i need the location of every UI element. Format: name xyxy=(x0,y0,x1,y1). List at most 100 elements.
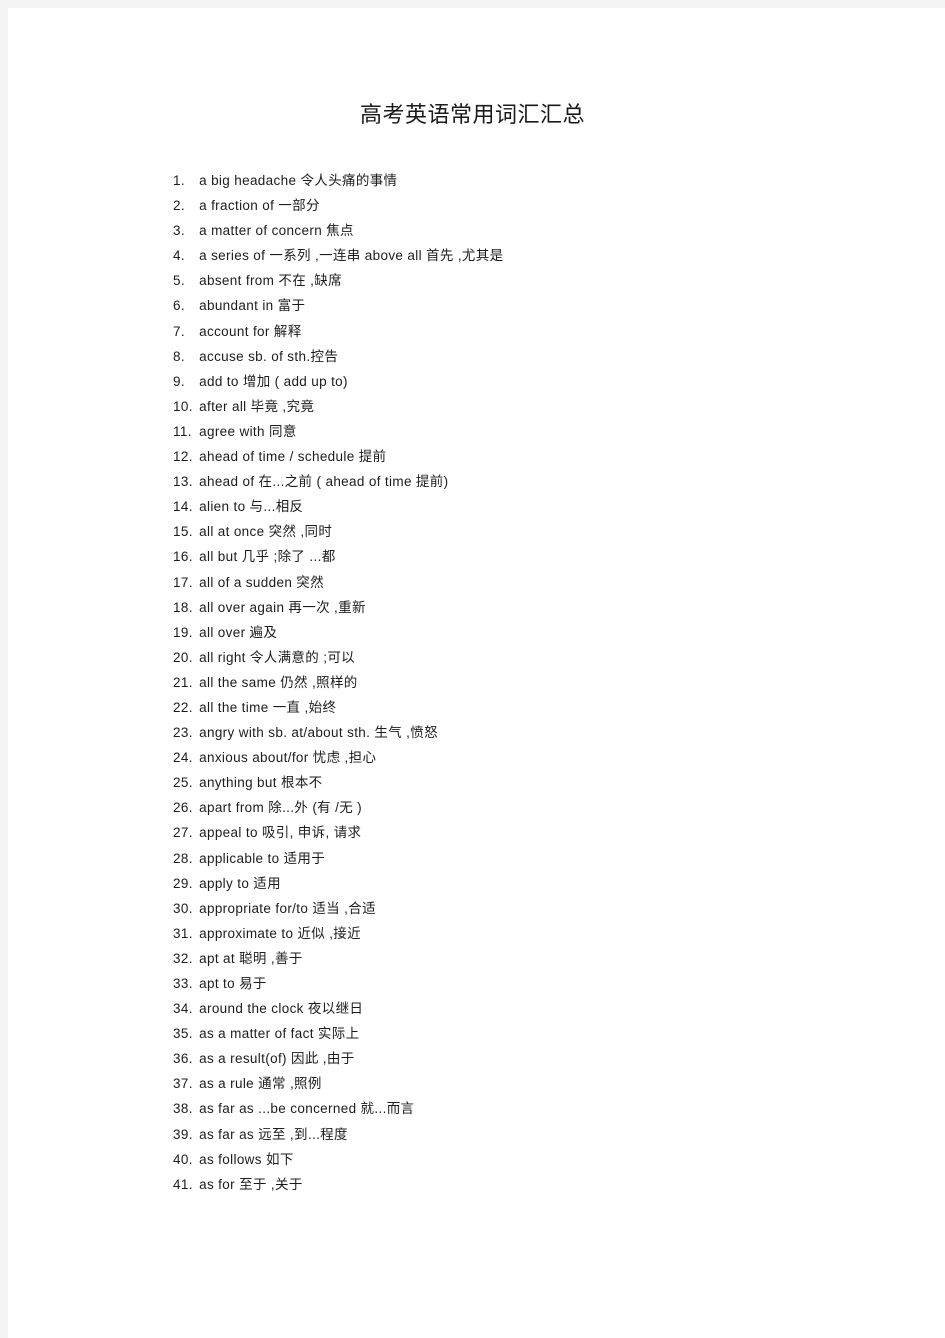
vocab-entry: 37. as a rule 通常 ,照例 xyxy=(173,1071,913,1096)
vocab-entry-number: 8. xyxy=(173,348,185,364)
vocab-entry-text: accuse sb. of sth.控告 xyxy=(199,348,339,364)
vocab-entry-text: all over 遍及 xyxy=(199,624,278,640)
vocab-entry-text: alien to 与...相反 xyxy=(199,499,304,515)
vocab-entry-number: 14. xyxy=(173,499,193,515)
vocab-entry-text: appropriate for/to 适当 ,合适 xyxy=(199,900,376,916)
vocab-entry-number: 30. xyxy=(173,900,193,916)
vocab-entry-number: 40. xyxy=(173,1151,193,1167)
vocab-entry-number: 17. xyxy=(173,574,193,590)
vocab-entry: 26. apart from 除...外 (有 /无 ) xyxy=(173,795,913,820)
vocab-entry: 38. as far as ...be concerned 就...而言 xyxy=(173,1096,913,1121)
vocab-entry-text: anxious about/for 忧虑 ,担心 xyxy=(199,750,377,766)
vocab-entry: 41. as for 至于 ,关于 xyxy=(173,1172,913,1197)
document-page: 高考英语常用词汇汇总 1. a big headache 令人头痛的事情 2. a… xyxy=(8,8,945,1338)
vocab-entry: 4. a series of 一系列 ,一连串 above all 首先 ,尤其… xyxy=(173,243,913,268)
vocab-entry: 7. account for 解释 xyxy=(173,319,913,344)
vocab-entry-text: a big headache 令人头痛的事情 xyxy=(199,173,398,188)
vocab-entry-number: 21. xyxy=(173,674,193,690)
vocab-entry: 13. ahead of 在...之前 ( ahead of time 提前) xyxy=(173,469,913,494)
vocab-entry-text: all right 令人满意的 ;可以 xyxy=(199,649,356,665)
vocab-entry-number: 24. xyxy=(173,750,193,766)
vocab-entry-number: 31. xyxy=(173,925,193,941)
vocab-entry-text: apt at 聪明 ,善于 xyxy=(199,950,303,966)
vocab-entry: 2. a fraction of 一部分 xyxy=(173,193,913,218)
vocab-entry-text: all at once 突然 ,同时 xyxy=(199,524,333,540)
vocab-entry-text: after all 毕竟 ,究竟 xyxy=(199,398,315,414)
vocab-entry-number: 4. xyxy=(173,248,185,264)
vocab-entry-number: 39. xyxy=(173,1126,193,1142)
vocab-entry-number: 32. xyxy=(173,950,193,966)
vocab-entry: 20. all right 令人满意的 ;可以 xyxy=(173,645,913,670)
vocab-entry-number: 27. xyxy=(173,825,193,841)
vocab-entry-number: 10. xyxy=(173,398,193,414)
vocab-entry: 36. as a result(of) 因此 ,由于 xyxy=(173,1046,913,1071)
vocab-entry: 23. angry with sb. at/about sth. 生气 ,愤怒 xyxy=(173,720,913,745)
vocab-entry: 34. around the clock 夜以继日 xyxy=(173,996,913,1021)
vocab-entry-number: 23. xyxy=(173,725,193,741)
vocab-entry: 22. all the time 一直 ,始终 xyxy=(173,695,913,720)
vocab-entry: 32. apt at 聪明 ,善于 xyxy=(173,946,913,971)
vocab-entry: 10. after all 毕竟 ,究竟 xyxy=(173,394,913,419)
vocab-entry-text: as far as ...be concerned 就...而言 xyxy=(199,1101,415,1117)
vocab-entry-text: a matter of concern 焦点 xyxy=(199,223,354,239)
vocab-entry-text: all of a sudden 突然 xyxy=(199,574,324,590)
vocab-entry-number: 6. xyxy=(173,298,185,314)
vocab-entry: 33. apt to 易于 xyxy=(173,971,913,996)
vocab-entry: 14. alien to 与...相反 xyxy=(173,494,913,519)
vocab-entry: 35. as a matter of fact 实际上 xyxy=(173,1021,913,1046)
vocab-entry-text: a fraction of 一部分 xyxy=(199,198,320,214)
vocab-entry-number: 15. xyxy=(173,524,193,540)
vocab-entry-text: approximate to 近似 ,接近 xyxy=(199,925,362,941)
vocab-entry-number: 34. xyxy=(173,1001,193,1017)
vocab-entry-text: all the same 仍然 ,照样的 xyxy=(199,674,358,690)
vocab-entry: 15. all at once 突然 ,同时 xyxy=(173,519,913,544)
vocab-entry-text: apply to 适用 xyxy=(199,875,281,891)
vocab-entry-text: as a matter of fact 实际上 xyxy=(199,1026,360,1042)
vocab-entry-number: 22. xyxy=(173,699,193,715)
vocab-entry-text: as a result(of) 因此 ,由于 xyxy=(199,1051,355,1067)
vocab-entry: 11. agree with 同意 xyxy=(173,419,913,444)
vocab-entry: 24. anxious about/for 忧虑 ,担心 xyxy=(173,745,913,770)
vocabulary-list: 1. a big headache 令人头痛的事情 2. a fraction o… xyxy=(173,168,913,1197)
vocab-entry: 30. appropriate for/to 适当 ,合适 xyxy=(173,896,913,921)
vocab-entry-text: as a rule 通常 ,照例 xyxy=(199,1076,322,1092)
vocab-entry-number: 3. xyxy=(173,223,185,239)
vocab-entry-text: all the time 一直 ,始终 xyxy=(199,699,337,715)
vocab-entry-number: 25. xyxy=(173,775,193,791)
vocab-entry-text: add to 增加 ( add up to) xyxy=(199,373,348,389)
vocab-entry: 27. appeal to 吸引, 申诉, 请求 xyxy=(173,820,913,845)
vocab-entry: 21. all the same 仍然 ,照样的 xyxy=(173,670,913,695)
vocab-entry-number: 9. xyxy=(173,373,185,389)
vocab-entry-number: 19. xyxy=(173,624,193,640)
vocab-entry-number: 33. xyxy=(173,976,193,991)
vocab-entry-number: 18. xyxy=(173,599,193,615)
vocab-entry-text: anything but 根本不 xyxy=(199,775,323,791)
vocab-entry: 28. applicable to 适用于 xyxy=(173,846,913,871)
vocab-entry-text: agree with 同意 xyxy=(199,423,297,439)
vocab-entry: 16. all but 几乎 ;除了 ...都 xyxy=(173,544,913,569)
vocab-entry-text: applicable to 适用于 xyxy=(199,850,326,866)
vocab-entry-number: 16. xyxy=(173,549,193,565)
vocab-entry: 1. a big headache 令人头痛的事情 xyxy=(173,168,913,193)
vocab-entry-text: apt to 易于 xyxy=(199,976,267,991)
vocab-entry-number: 2. xyxy=(173,198,185,214)
vocab-entry-text: apart from 除...外 (有 /无 ) xyxy=(199,800,363,816)
vocab-entry-number: 7. xyxy=(173,323,185,339)
vocab-entry-number: 20. xyxy=(173,649,193,665)
vocab-entry: 8. accuse sb. of sth.控告 xyxy=(173,344,913,369)
page-title: 高考英语常用词汇汇总 xyxy=(359,102,585,127)
vocab-entry-number: 37. xyxy=(173,1076,193,1092)
vocab-entry: 25. anything but 根本不 xyxy=(173,770,913,795)
vocab-entry: 31. approximate to 近似 ,接近 xyxy=(173,921,913,946)
vocab-entry: 19. all over 遍及 xyxy=(173,620,913,645)
vocab-entry-number: 12. xyxy=(173,449,193,465)
vocab-entry-number: 13. xyxy=(173,474,193,490)
vocab-entry: 6. abundant in 富于 xyxy=(173,293,913,318)
vocab-entry-text: all but 几乎 ;除了 ...都 xyxy=(199,549,336,565)
vocab-entry: 3. a matter of concern 焦点 xyxy=(173,218,913,243)
vocab-entry: 5. absent from 不在 ,缺席 xyxy=(173,268,913,293)
vocab-entry-number: 5. xyxy=(173,273,185,289)
vocab-entry-number: 35. xyxy=(173,1026,193,1042)
vocab-entry: 12. ahead of time / schedule 提前 xyxy=(173,444,913,469)
vocab-entry-text: absent from 不在 ,缺席 xyxy=(199,273,342,289)
